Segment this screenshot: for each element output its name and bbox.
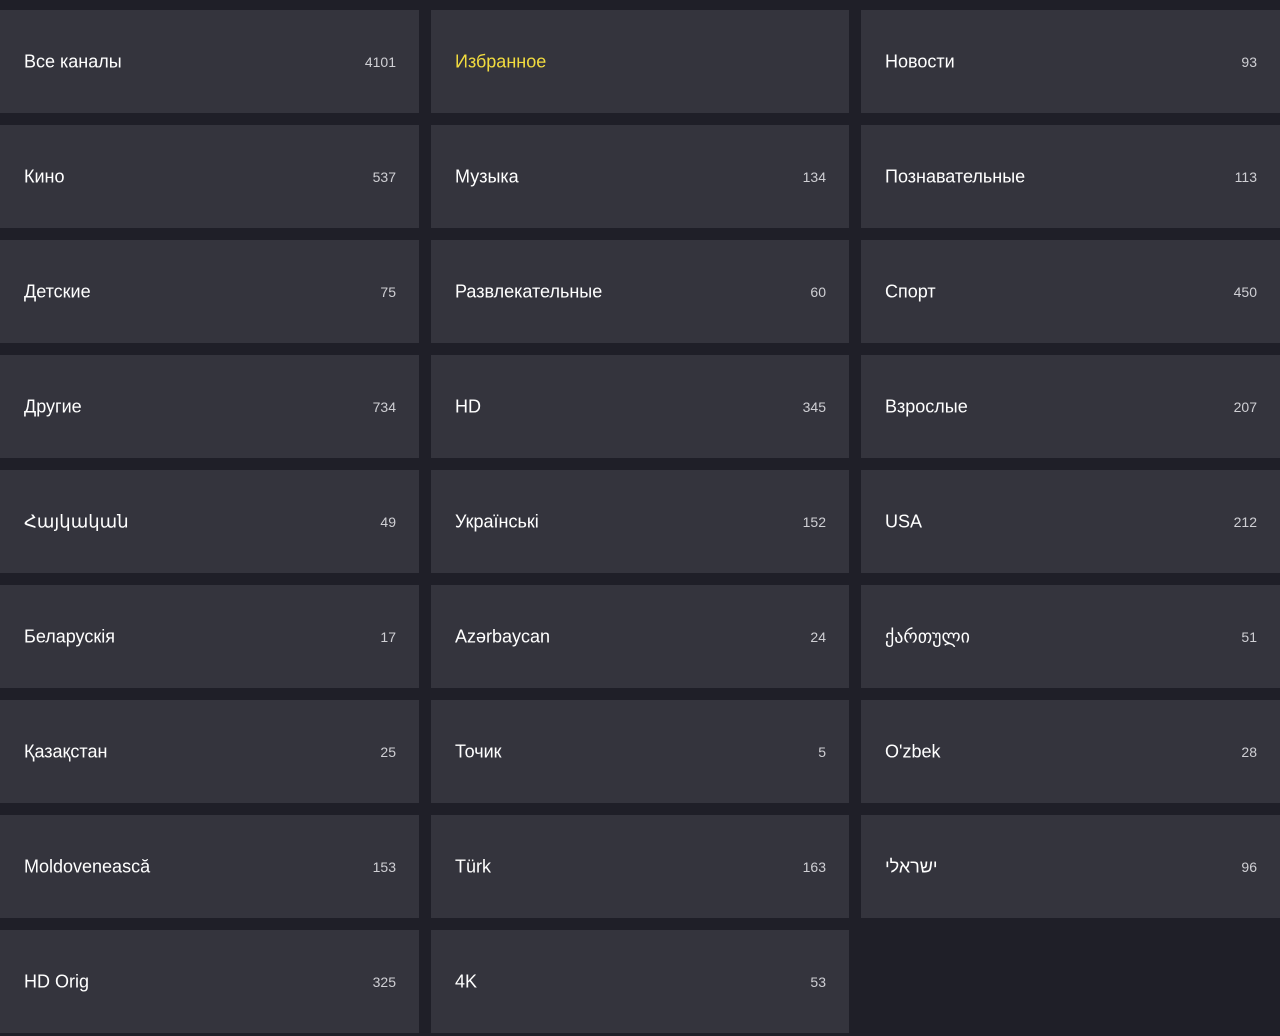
channel-count: 60 <box>810 283 826 300</box>
category-label: Все каналы <box>24 51 122 71</box>
channel-count: 75 <box>380 283 396 300</box>
channel-count: 537 <box>372 168 396 185</box>
channel-count: 51 <box>1241 628 1257 645</box>
category-tile[interactable]: Детские 75 <box>0 240 419 343</box>
category-tile[interactable]: Музыка 134 <box>431 125 849 228</box>
category-label: ישראלי <box>885 856 938 876</box>
category-tile[interactable]: Кино 537 <box>0 125 419 228</box>
category-label: Беларускія <box>24 626 115 646</box>
category-grid: Все каналы 4101 Избранное Новости 93 Кино 537 М… <box>0 0 1280 1036</box>
category-tile[interactable]: Беларускія 17 <box>0 585 419 688</box>
channel-count: 93 <box>1241 53 1257 70</box>
category-tile[interactable]: Українські 152 <box>431 470 849 573</box>
category-tile[interactable]: Қазақстан 25 <box>0 700 419 803</box>
channel-count: 134 <box>802 168 826 185</box>
channel-count: 152 <box>802 513 826 530</box>
category-tile[interactable]: 4K 53 <box>431 930 849 1033</box>
category-tile[interactable]: ქართული 51 <box>861 585 1280 688</box>
channel-count: 24 <box>810 628 826 645</box>
channel-count: 734 <box>372 398 396 415</box>
category-tile[interactable]: Türk 163 <box>431 815 849 918</box>
category-tile[interactable]: Избранное <box>431 10 849 113</box>
channel-count: 163 <box>802 858 826 875</box>
category-tile[interactable]: Новости 93 <box>861 10 1280 113</box>
category-tile[interactable]: Спорт 450 <box>861 240 1280 343</box>
category-label: Точик <box>455 741 502 761</box>
channel-count: 28 <box>1241 743 1257 760</box>
channel-count: 17 <box>380 628 396 645</box>
category-tile[interactable]: Познавательные 113 <box>861 125 1280 228</box>
channel-count: 4101 <box>364 53 396 70</box>
category-label: ქართული <box>885 626 970 646</box>
category-tile[interactable]: HD Orig 325 <box>0 930 419 1033</box>
category-tile[interactable]: Все каналы 4101 <box>0 10 419 113</box>
channel-count: 450 <box>1233 283 1257 300</box>
channel-count: 5 <box>818 743 826 760</box>
category-tile[interactable]: HD 345 <box>431 355 849 458</box>
category-label: Спорт <box>885 281 936 301</box>
category-label: Детские <box>24 281 91 301</box>
category-label: HD Orig <box>24 971 90 991</box>
category-label: USA <box>885 511 923 531</box>
category-label: Қазақстан <box>24 741 108 761</box>
channel-count: 345 <box>802 398 826 415</box>
channel-count: 207 <box>1233 398 1257 415</box>
category-label: Развлекательные <box>455 281 603 301</box>
channel-count: 25 <box>380 743 396 760</box>
category-tile[interactable]: Другие 734 <box>0 355 419 458</box>
category-tile[interactable]: Azərbaycan 24 <box>431 585 849 688</box>
category-label: Другие <box>24 396 82 416</box>
channel-count: 49 <box>380 513 396 530</box>
category-tile[interactable]: ישראלי 96 <box>861 815 1280 918</box>
category-label: HD <box>455 396 481 416</box>
channel-count: 153 <box>372 858 396 875</box>
category-tile[interactable]: Точик 5 <box>431 700 849 803</box>
channel-count: 113 <box>1234 168 1257 185</box>
category-tile[interactable]: O'zbek 28 <box>861 700 1280 803</box>
category-label: Взрослые <box>885 396 968 416</box>
category-tile[interactable]: Հայկական 49 <box>0 470 419 573</box>
category-label: Türk <box>455 856 491 876</box>
category-label: Українські <box>455 511 539 531</box>
category-label: Музыка <box>455 166 519 186</box>
category-tile[interactable]: Взрослые 207 <box>861 355 1280 458</box>
category-label: Новости <box>885 51 955 71</box>
category-label: Azərbaycan <box>455 626 551 646</box>
category-label: Кино <box>24 166 65 186</box>
channel-count: 53 <box>810 973 826 990</box>
category-label: Познавательные <box>885 166 1026 186</box>
category-label: Moldovenească <box>24 856 151 876</box>
category-tile[interactable]: USA 212 <box>861 470 1280 573</box>
channel-count: 212 <box>1233 513 1257 530</box>
category-label: Հայկական <box>24 511 129 531</box>
category-label: O'zbek <box>885 741 941 761</box>
category-tile[interactable]: Moldovenească 153 <box>0 815 419 918</box>
channel-count: 325 <box>372 973 396 990</box>
channel-count: 96 <box>1241 858 1257 875</box>
category-tile[interactable]: Развлекательные 60 <box>431 240 849 343</box>
category-label: Избранное <box>455 51 547 71</box>
category-label: 4K <box>455 971 478 991</box>
